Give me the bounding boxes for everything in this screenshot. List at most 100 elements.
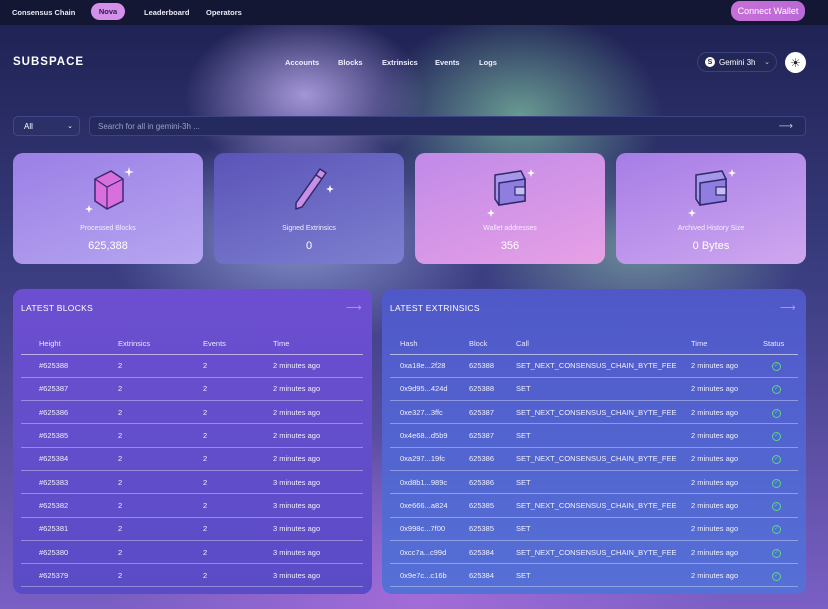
extrinsic-hash-link[interactable]: 0x4e68...d5b9	[400, 423, 469, 448]
block-number-link[interactable]: 625388	[469, 377, 516, 402]
row-spacer	[390, 493, 400, 518]
block-number-link[interactable]: 625386	[469, 447, 516, 471]
latest-blocks-panel: LATEST BLOCKS ⟶ Height Extrinsics Events…	[13, 289, 372, 594]
search-input[interactable]: Search for all in gemini-3h ... ⟶	[89, 116, 806, 136]
block-height-link[interactable]: #625384	[39, 447, 118, 471]
extrinsic-hash-link[interactable]: 0xe327...3ffc	[400, 400, 469, 425]
block-number-link[interactable]: 625387	[469, 423, 516, 448]
nav-accounts[interactable]: Accounts	[285, 58, 319, 67]
status-cell: ✓	[763, 540, 798, 565]
extrinsic-hash-link[interactable]: 0xd8b1...989c	[400, 470, 469, 495]
table-row[interactable]: #625388 2 2 2 minutes ago	[21, 354, 363, 378]
extrinsic-hash-link[interactable]: 0xcc7a...c99d	[400, 540, 469, 565]
block-height-link[interactable]: #625381	[39, 517, 118, 541]
status-cell: ✓	[763, 517, 798, 541]
block-number-link[interactable]: 625387	[469, 400, 516, 425]
extrinsic-hash-link[interactable]: 0xa18e...2f28	[400, 354, 469, 378]
row-spacer	[21, 517, 39, 541]
table-row[interactable]: 0xe666...a824 625385 SET_NEXT_CONSENSUS_CH…	[390, 493, 798, 518]
block-number-link[interactable]: 625385	[469, 493, 516, 518]
block-height-link[interactable]: #625380	[39, 540, 118, 565]
table-row[interactable]: #625381 2 2 3 minutes ago	[21, 517, 363, 541]
block-height-link[interactable]: #625379	[39, 563, 118, 588]
row-spacer	[390, 354, 400, 378]
block-number-link[interactable]: 625384	[469, 540, 516, 565]
stat-value: 356	[500, 240, 520, 252]
block-number-link[interactable]: 625386	[469, 470, 516, 495]
extrinsic-hash-link[interactable]: 0x998c...7f00	[400, 517, 469, 541]
stat-label: Processed Blocks	[80, 225, 136, 232]
block-height-link[interactable]: #625388	[39, 354, 118, 378]
block-number-link[interactable]: 625384	[469, 563, 516, 588]
table-row[interactable]: #625385 2 2 2 minutes ago	[21, 423, 363, 448]
table-row[interactable]: 0xd8b1...989c 625386 SET 2 minutes ago ✓	[390, 470, 798, 495]
nav-logs[interactable]: Logs	[479, 58, 497, 67]
row-spacer	[390, 447, 400, 471]
status-cell: ✓	[763, 354, 798, 378]
arrow-right-icon[interactable]: ⟶	[779, 121, 793, 132]
tab-leaderboard[interactable]: Leaderboard	[144, 8, 189, 17]
extrinsics-count: 2	[118, 470, 203, 495]
arrow-right-icon[interactable]: ⟶	[346, 301, 362, 314]
row-spacer	[390, 540, 400, 565]
connect-wallet-button[interactable]: Connect Wallet	[731, 1, 805, 21]
nav-extrinsics[interactable]: Extrinsics	[382, 58, 418, 67]
events-count: 2	[203, 517, 273, 541]
column-header: Extrinsics	[118, 333, 203, 355]
table-row[interactable]: #625386 2 2 2 minutes ago	[21, 400, 363, 425]
block-height-link[interactable]: #625383	[39, 470, 118, 495]
table-row[interactable]: 0xcc7a...c99d 625384 SET_NEXT_CONSENSUS_CH…	[390, 540, 798, 565]
extrinsic-time: 2 minutes ago	[691, 563, 763, 588]
extrinsics-count: 2	[118, 517, 203, 541]
block-number-link[interactable]: 625388	[469, 354, 516, 378]
panel-title: LATEST BLOCKS	[21, 303, 94, 313]
table-row[interactable]: 0xa297...19fc 625386 SET_NEXT_CONSENSUS_CH…	[390, 447, 798, 471]
stat-value: 625,388	[88, 240, 128, 252]
extrinsics-count: 2	[118, 400, 203, 425]
extrinsics-count: 2	[118, 354, 203, 378]
table-row[interactable]: #625382 2 2 3 minutes ago	[21, 493, 363, 518]
column-header: Events	[203, 333, 273, 355]
block-height-link[interactable]: #625382	[39, 493, 118, 518]
block-height-link[interactable]: #625386	[39, 400, 118, 425]
extrinsic-hash-link[interactable]: 0x9d95...424d	[400, 377, 469, 402]
extrinsic-hash-link[interactable]: 0xa297...19fc	[400, 447, 469, 471]
arrow-right-icon[interactable]: ⟶	[780, 301, 796, 314]
tab-operators[interactable]: Operators	[206, 8, 242, 17]
table-row[interactable]: 0x9e7c...c16b 625384 SET 2 minutes ago ✓	[390, 563, 798, 588]
table-row[interactable]: 0xe327...3ffc 625387 SET_NEXT_CONSENSUS_CH…	[390, 400, 798, 425]
block-height-link[interactable]: #625385	[39, 423, 118, 448]
events-count: 2	[203, 563, 273, 588]
tab-consensus-chain[interactable]: Consensus Chain	[12, 8, 75, 17]
extrinsic-hash-link[interactable]: 0xe666...a824	[400, 493, 469, 518]
row-spacer	[21, 354, 39, 378]
table-row[interactable]: 0x4e68...d5b9 625387 SET 2 minutes ago ✓	[390, 423, 798, 448]
table-row[interactable]: #625380 2 2 3 minutes ago	[21, 540, 363, 565]
table-row[interactable]: #625379 2 2 3 minutes ago	[21, 563, 363, 588]
events-count: 2	[203, 354, 273, 378]
column-header: Status	[763, 333, 798, 355]
block-number-link[interactable]: 625385	[469, 517, 516, 541]
logo[interactable]: SUBSPACE	[13, 56, 84, 68]
table-row[interactable]: #625384 2 2 2 minutes ago	[21, 447, 363, 471]
table-row[interactable]: 0xa18e...2f28 625388 SET_NEXT_CONSENSUS_CH…	[390, 354, 798, 378]
extrinsic-call: SET_NEXT_CONSENSUS_CHAIN_BYTE_FEE	[516, 540, 691, 565]
row-spacer	[21, 423, 39, 448]
nav-events[interactable]: Events	[435, 58, 460, 67]
extrinsic-hash-link[interactable]: 0x9e7c...c16b	[400, 563, 469, 588]
search-filter-select[interactable]: All ⌄	[13, 116, 80, 136]
search-placeholder: Search for all in gemini-3h ...	[98, 121, 200, 131]
table-row[interactable]: 0x9d95...424d 625388 SET 2 minutes ago ✓	[390, 377, 798, 402]
nav-blocks[interactable]: Blocks	[338, 58, 363, 67]
extrinsic-time: 2 minutes ago	[691, 423, 763, 448]
network-selector[interactable]: S Gemini 3h ⌄	[697, 52, 777, 72]
row-spacer	[21, 493, 39, 518]
table-row[interactable]: #625387 2 2 2 minutes ago	[21, 377, 363, 402]
block-height-link[interactable]: #625387	[39, 377, 118, 402]
table-row[interactable]: #625383 2 2 3 minutes ago	[21, 470, 363, 495]
theme-toggle-sun-icon[interactable]: ☀	[785, 52, 806, 73]
table-row[interactable]: 0x998c...7f00 625385 SET 2 minutes ago ✓	[390, 517, 798, 541]
tab-nova[interactable]: Nova	[91, 3, 125, 20]
network-label: Gemini 3h	[719, 57, 756, 67]
stat-label: Wallet addresses	[483, 225, 537, 232]
